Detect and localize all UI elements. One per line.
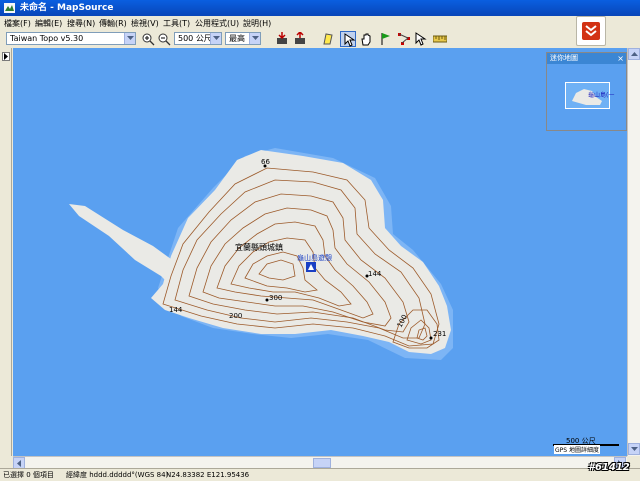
toolbar: Taiwan Topo v5.30 500 公尺 最高 (0, 30, 540, 48)
zoom-out-icon (158, 33, 171, 46)
scroll-up-button[interactable] (628, 48, 640, 60)
menu-utilities[interactable]: 公用程式(U) (195, 18, 239, 29)
map-tool-button[interactable] (320, 31, 336, 47)
overview-title-bar: 迷你地圖 × (547, 53, 626, 64)
horizontal-scrollbar[interactable] (13, 456, 627, 469)
track-tool-button[interactable] (412, 31, 428, 47)
route-tool-button[interactable] (396, 31, 412, 47)
map-product-value: Taiwan Topo v5.30 (10, 34, 84, 43)
pointer-icon (415, 32, 427, 46)
device-receive-icon (277, 32, 287, 44)
menu-view[interactable]: 檢視(V) (131, 18, 159, 29)
poi-label: 龜山島遊憩 (297, 253, 332, 262)
select-arrow-icon (344, 33, 356, 47)
menu-edit[interactable]: 編輯(E) (35, 18, 62, 29)
chevron-down-icon[interactable] (249, 33, 260, 44)
contour-label: 231 (433, 330, 446, 338)
overview-label: 龜山島(一 (588, 92, 615, 99)
send-to-device-large-button[interactable] (576, 16, 606, 46)
detail-level-select[interactable]: 最高 (225, 32, 261, 45)
zoom-in-icon (142, 33, 155, 46)
chevron-right-icon (4, 53, 8, 60)
application-window: 未命名 - MapSource 檔案(F) 編輯(E) 搜尋(N) 傳輸(R) … (0, 0, 640, 480)
scroll-down-button[interactable] (628, 443, 640, 455)
select-tool-button[interactable] (340, 31, 356, 47)
menu-help[interactable]: 說明(H) (243, 18, 271, 29)
contour-label: 200 (229, 312, 242, 320)
scroll-thumb[interactable] (313, 458, 331, 468)
hand-icon (361, 33, 371, 46)
place-label: 宜蘭縣頭城鎮 (235, 242, 283, 252)
watermark: #61412 (588, 462, 630, 473)
zoom-out-button[interactable] (156, 31, 172, 47)
vertical-scrollbar[interactable] (627, 48, 640, 456)
chevron-down-icon[interactable] (124, 33, 135, 44)
map-product-select[interactable]: Taiwan Topo v5.30 (6, 32, 136, 45)
mapsource-app-icon (4, 3, 15, 13)
receive-from-device-button[interactable] (274, 31, 290, 47)
measure-tool-button[interactable] (432, 31, 448, 47)
poi-marker-group (306, 262, 316, 272)
download-arrow-icon (582, 22, 600, 40)
zoom-scale-select[interactable]: 500 公尺 (174, 32, 222, 45)
island-spit (69, 204, 185, 288)
chevron-up-icon (631, 52, 638, 56)
island-land (151, 150, 451, 354)
window-title: 未命名 - MapSource (20, 3, 114, 13)
route-icon (398, 33, 410, 45)
waypoint-tool-button[interactable] (378, 31, 394, 47)
cursor-coordinates: N24.83382 E121.95436 (166, 471, 250, 479)
menu-transfer[interactable]: 傳輸(R) (99, 18, 127, 29)
overview-title: 迷你地圖 (550, 54, 578, 62)
menu-search[interactable]: 搜尋(N) (67, 18, 95, 29)
side-panel-collapsed (0, 48, 12, 456)
pan-tool-button[interactable] (358, 31, 374, 47)
title-bar: 未命名 - MapSource (0, 0, 640, 16)
overview-map-window: 迷你地圖 × 龜山島(一 (546, 52, 627, 131)
map-graphics: 66 144 200 144 300 100 231 宜蘭縣頭城鎮 龜山島遊憩 (69, 148, 453, 360)
status-bar: 已選擇 0 個項目 經緯度 hddd.ddddd°(WGS 84) N24.83… (0, 468, 640, 480)
contour-label: 66 (261, 158, 270, 166)
menu-file[interactable]: 檔案(F) (4, 18, 31, 29)
map-canvas[interactable]: 66 144 200 144 300 100 231 宜蘭縣頭城鎮 龜山島遊憩 … (13, 48, 627, 456)
chevron-left-icon (17, 460, 21, 467)
coordinate-format: 經緯度 hddd.ddddd°(WGS 84) (66, 471, 169, 479)
close-icon[interactable]: × (617, 53, 624, 64)
ruler-icon (433, 35, 447, 43)
zoom-in-button[interactable] (140, 31, 156, 47)
expand-panel-button[interactable] (2, 52, 10, 61)
device-send-icon (295, 32, 305, 44)
chevron-down-icon[interactable] (210, 33, 221, 44)
overview-viewport-frame[interactable]: 龜山島(一 (565, 82, 614, 109)
send-to-device-button[interactable] (292, 31, 308, 47)
contour-label: 300 (269, 294, 282, 302)
detail-level-value: 最高 (229, 34, 245, 43)
contour-label: 144 (169, 306, 183, 314)
chevron-down-icon (631, 447, 638, 451)
contour-label: 144 (368, 270, 382, 278)
map-pin-icon (323, 33, 333, 45)
menu-bar: 檔案(F) 編輯(E) 搜尋(N) 傳輸(R) 檢視(V) 工具(T) 公用程式… (0, 16, 640, 30)
map-detail-label: GPS 地圖詳細度 (554, 445, 600, 454)
selection-status: 已選擇 0 個項目 (3, 471, 54, 479)
zoom-scale-value: 500 公尺 (178, 34, 212, 43)
flag-icon (381, 33, 390, 45)
menu-tools[interactable]: 工具(T) (163, 18, 190, 29)
